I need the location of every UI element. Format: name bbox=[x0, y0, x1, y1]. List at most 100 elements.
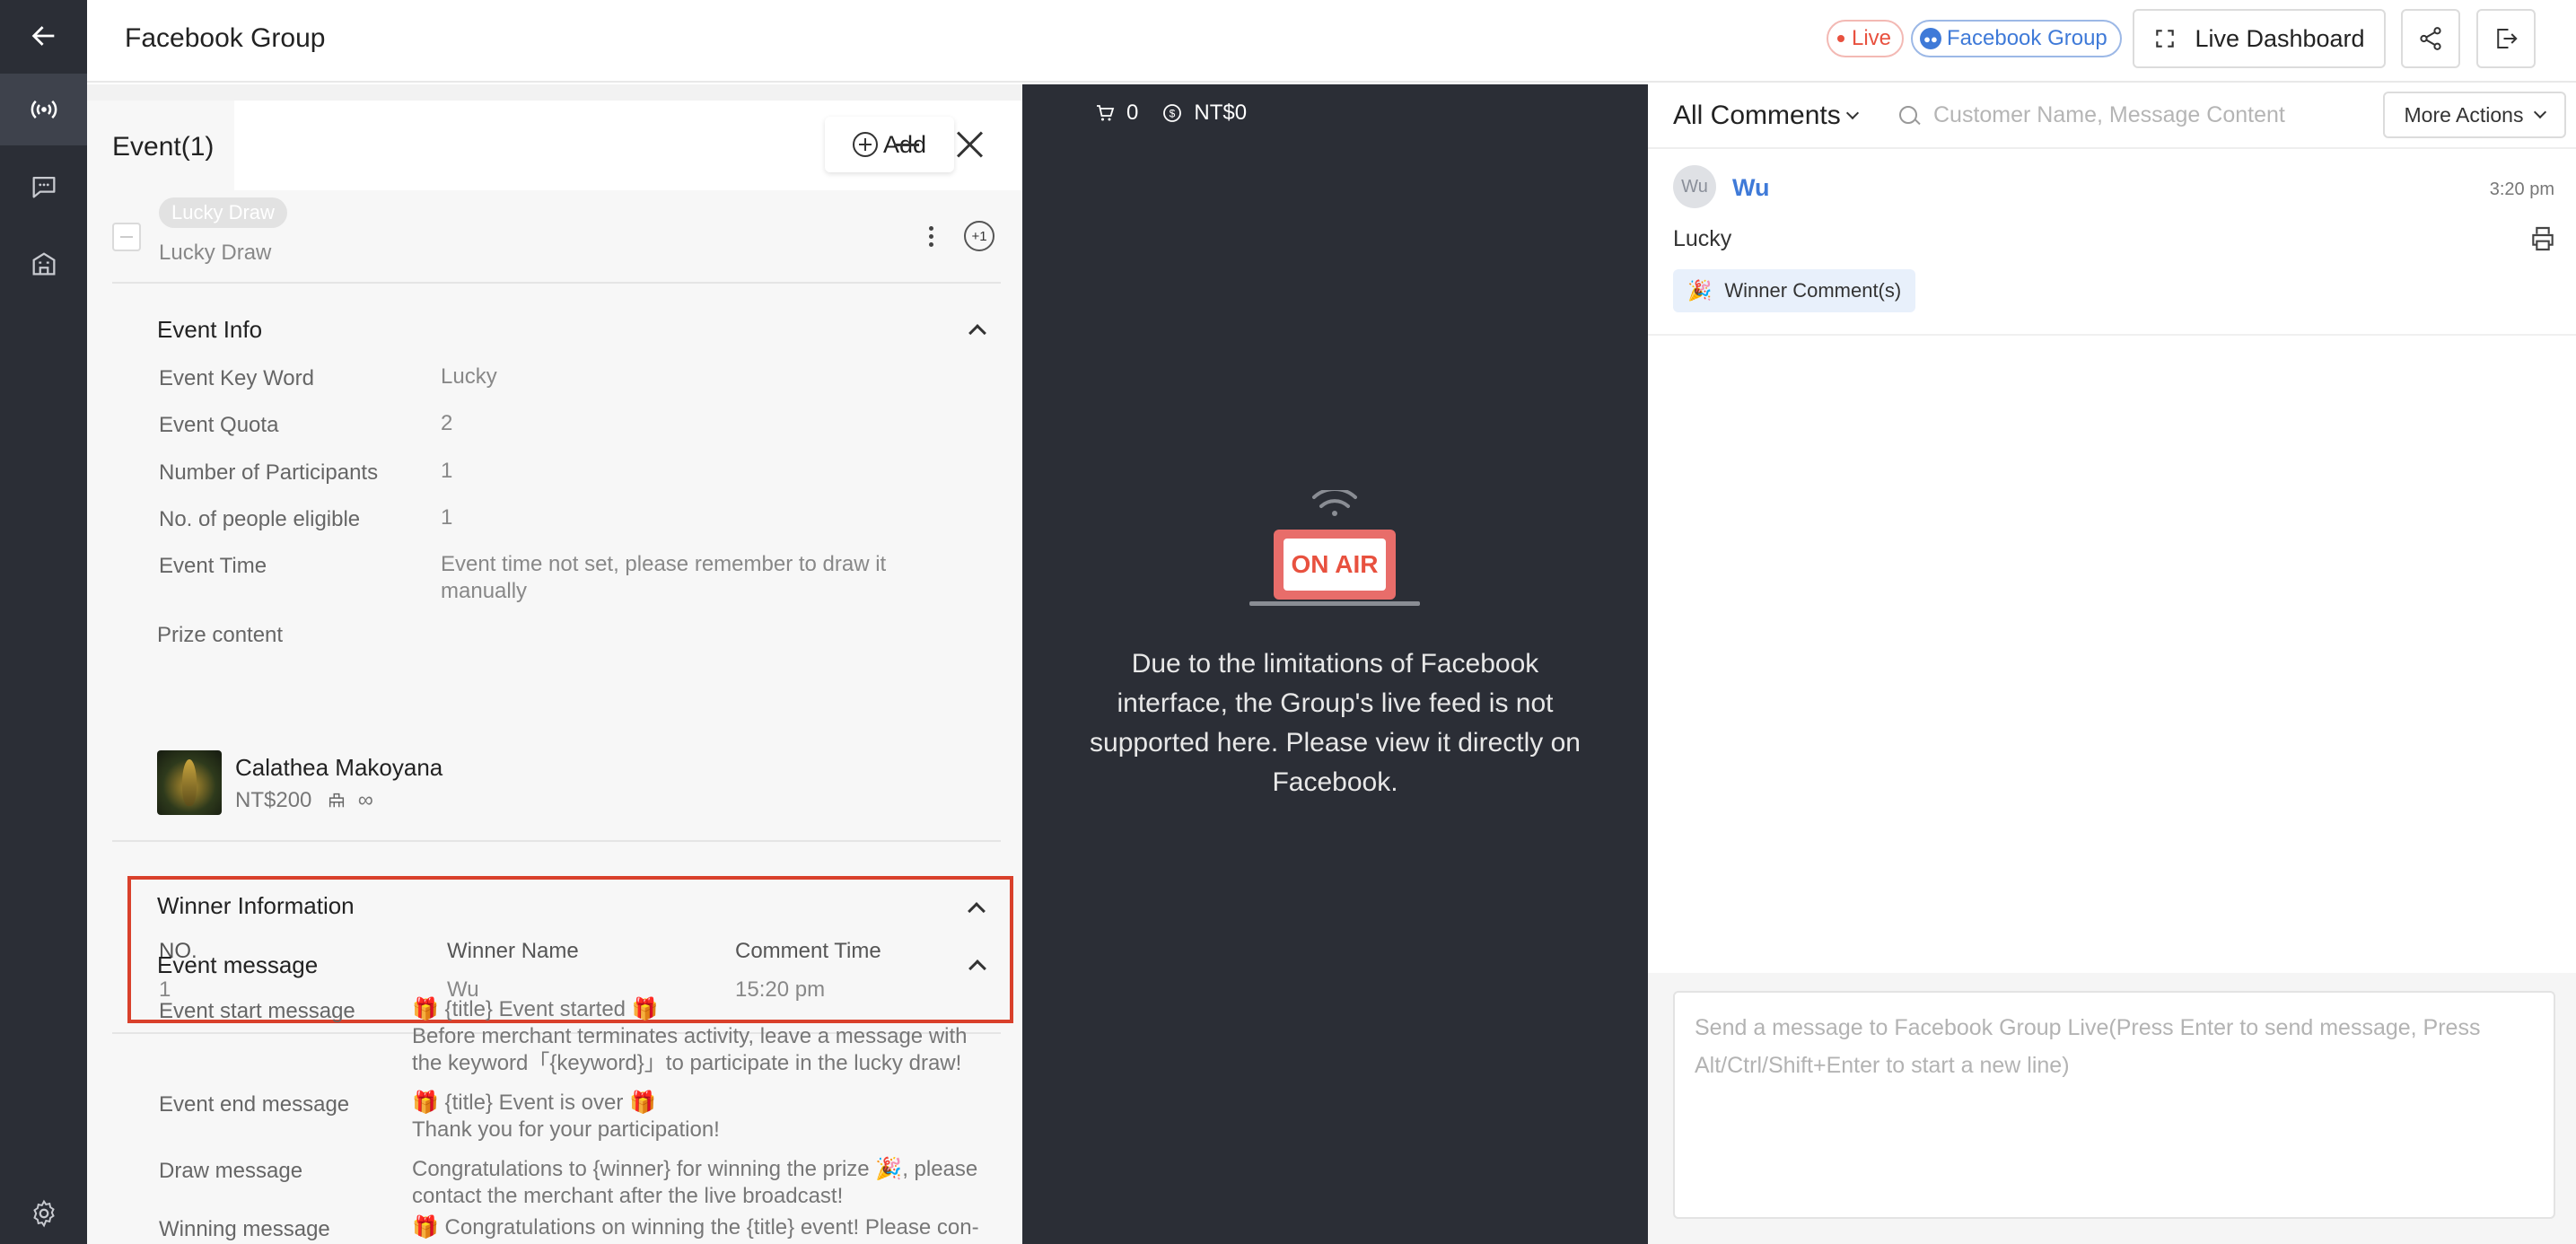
prize-name: Calathea Makoyana bbox=[235, 754, 443, 781]
winner-header-time: Comment Time bbox=[735, 939, 881, 963]
chevron-up-icon[interactable] bbox=[968, 902, 986, 920]
nav-store[interactable] bbox=[0, 228, 87, 300]
prize-image bbox=[157, 750, 222, 815]
divider bbox=[112, 840, 1001, 842]
video-stats: 0 $ NT$0 bbox=[1094, 101, 1247, 126]
live-dashboard-button[interactable]: Live Dashboard bbox=[2133, 9, 2386, 68]
event-info-title: Event Info bbox=[157, 316, 263, 343]
broadcast-icon bbox=[31, 100, 57, 119]
kv-value: 2 bbox=[441, 411, 453, 435]
stock-value: ∞ bbox=[357, 788, 373, 812]
kv-value: Lucky bbox=[441, 364, 497, 389]
exit-icon bbox=[2497, 29, 2518, 48]
facebook-limitation-notice: Due to the limitations of Facebook inter… bbox=[1090, 649, 1581, 797]
comments-panel: All Comments More Actions Wu Wu 3:20 pm … bbox=[1648, 84, 2576, 1244]
event-tab-label: Event(1) bbox=[112, 132, 215, 162]
left-rail bbox=[0, 0, 87, 1244]
message-input[interactable] bbox=[1675, 993, 2554, 1217]
party-popper-icon: 🎉 bbox=[1687, 279, 1713, 302]
cart-count: 0 bbox=[1126, 101, 1139, 125]
printer-icon[interactable] bbox=[2528, 224, 2557, 253]
msg-value: 🎁 Congratulations on winning the {title}… bbox=[412, 1215, 979, 1240]
comment-search-input[interactable] bbox=[1933, 97, 2346, 133]
nav-messages[interactable] bbox=[0, 151, 87, 223]
winner-comment-badge: 🎉 Winner Comment(s) bbox=[1673, 269, 1916, 312]
event-panel: Event(1) Add Lucky Draw Lucky Draw +1 Ev… bbox=[87, 84, 1022, 1244]
live-dashboard-label: Live Dashboard bbox=[2195, 24, 2365, 52]
comments-title: All Comments bbox=[1673, 101, 1841, 130]
msg-value: Congratulations to {winner} for winning … bbox=[412, 1157, 978, 1208]
store-icon bbox=[32, 252, 55, 276]
search-icon bbox=[1899, 106, 1917, 124]
facebook-group-label: Facebook Group bbox=[1947, 26, 2107, 50]
message-compose-area bbox=[1648, 973, 2576, 1244]
commenter-name[interactable]: Wu bbox=[1732, 174, 1770, 202]
select-checkbox[interactable] bbox=[112, 223, 141, 251]
close-icon[interactable] bbox=[956, 131, 983, 158]
share-button[interactable] bbox=[2401, 9, 2460, 68]
on-air-text: ON AIR bbox=[1292, 550, 1379, 578]
minimize-icon[interactable] bbox=[894, 144, 919, 146]
cart-icon bbox=[1097, 105, 1115, 121]
winner-comment-label: Winner Comment(s) bbox=[1724, 279, 1902, 302]
svg-text:$: $ bbox=[1170, 108, 1176, 120]
avatar: Wu bbox=[1673, 165, 1716, 208]
more-actions-button[interactable]: More Actions bbox=[2383, 92, 2566, 138]
msg-value: 🎁 {title} Event is over 🎁 Thank you for … bbox=[412, 1091, 720, 1142]
event-type-chip: Lucky Draw bbox=[159, 197, 287, 228]
nav-live[interactable] bbox=[0, 74, 87, 145]
event-content: Lucky Draw Lucky Draw +1 Event Info Even… bbox=[87, 190, 1022, 1244]
chevron-down-icon bbox=[2534, 105, 2547, 119]
msg-label: Event end message bbox=[159, 1092, 350, 1117]
exit-button[interactable] bbox=[2476, 9, 2536, 68]
kv-label: Event Time bbox=[159, 554, 267, 578]
event-message-title: Event message bbox=[157, 951, 319, 978]
live-status-badge: Live bbox=[1827, 20, 1905, 57]
kv-label: No. of people eligible bbox=[159, 507, 361, 531]
dollar-icon: $ bbox=[1163, 104, 1182, 122]
group-icon: ●● bbox=[1920, 28, 1941, 49]
chevron-down-icon bbox=[1845, 106, 1859, 120]
chevron-up-icon[interactable] bbox=[968, 324, 986, 342]
msg-label: Event start message bbox=[159, 999, 355, 1023]
back-button[interactable] bbox=[0, 0, 87, 72]
comment-text: Lucky bbox=[1673, 226, 1732, 251]
arrow-left-icon bbox=[31, 26, 54, 46]
page-title: Facebook Group bbox=[125, 23, 326, 53]
plus-circle-icon bbox=[852, 132, 878, 157]
divider bbox=[1648, 147, 2576, 149]
live-video-area: 0 $ NT$0 ON AIR Due to the limitations o… bbox=[1022, 84, 1648, 1244]
divider bbox=[1648, 334, 2576, 336]
comments-filter-dropdown[interactable]: All Comments bbox=[1673, 101, 1859, 131]
facebook-group-badge: ●● Facebook Group bbox=[1911, 20, 2122, 57]
prize-content-label: Prize content bbox=[157, 623, 284, 647]
kv-label: Event Quota bbox=[159, 413, 279, 437]
kv-value: 1 bbox=[441, 505, 453, 530]
winner-info-title: Winner Information bbox=[157, 892, 355, 919]
msg-label: Draw message bbox=[159, 1159, 303, 1183]
kv-value: Event time not set, please remember to d… bbox=[441, 552, 887, 603]
winner-header-name: Winner Name bbox=[447, 939, 579, 963]
kv-label: Number of Participants bbox=[159, 460, 379, 485]
more-options-icon[interactable] bbox=[929, 226, 934, 248]
prize-price: NT$200 bbox=[235, 788, 312, 812]
live-dot-icon bbox=[1837, 35, 1844, 42]
share-icon bbox=[2420, 27, 2441, 50]
plus-one-button[interactable]: +1 bbox=[964, 221, 994, 251]
comment-time: 3:20 pm bbox=[2489, 180, 2554, 199]
on-air-illustration: ON AIR bbox=[1249, 490, 1420, 606]
add-event-button[interactable]: Add bbox=[825, 117, 954, 172]
message-box bbox=[1673, 991, 2555, 1219]
sales-amount: NT$0 bbox=[1194, 101, 1248, 125]
event-name: Lucky Draw bbox=[159, 241, 272, 265]
kv-label: Event Key Word bbox=[159, 366, 314, 390]
nav-settings[interactable] bbox=[0, 1178, 87, 1244]
msg-label: Winning message bbox=[159, 1217, 330, 1241]
stock-icon bbox=[329, 793, 345, 808]
kv-value: 1 bbox=[441, 459, 453, 483]
gear-icon bbox=[32, 1199, 55, 1228]
tab-event[interactable]: Event(1) bbox=[87, 101, 234, 190]
top-bar: Facebook Group Live ●● Facebook Group Li… bbox=[87, 0, 2576, 83]
live-label: Live bbox=[1852, 26, 1892, 50]
prize-price-row: NT$200 ∞ bbox=[235, 788, 373, 813]
